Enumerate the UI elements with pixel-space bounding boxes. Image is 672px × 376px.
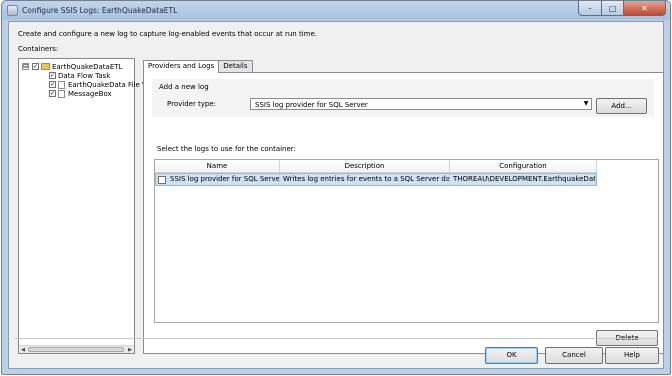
column-header-description[interactable]: Description (280, 160, 450, 173)
add-button[interactable]: Add... (596, 98, 647, 114)
cell-configuration[interactable]: THOREAU\DEVELOPMENT.EarthquakeData 1 (450, 174, 596, 185)
app-icon (7, 5, 18, 16)
window-title: Configure SSIS Logs: EarthQuakeDataETL (22, 6, 178, 15)
instruction-text: Create and configure a new log to captur… (18, 30, 318, 38)
ok-button[interactable]: OK (485, 347, 538, 364)
table-row[interactable]: SSIS log provider for SQL Server Writes … (155, 173, 597, 186)
select-logs-label: Select the logs to use for the container… (157, 145, 296, 153)
close-button[interactable]: ✕ (624, 1, 666, 16)
tree-item-label: MessageBox (68, 89, 112, 98)
tree-item-label: EarthQuakeData File W (68, 80, 149, 89)
tree-item-file-task[interactable]: ✓ EarthQuakeData File W (49, 80, 149, 89)
scroll-thumb[interactable] (28, 347, 124, 352)
column-header-configuration[interactable]: Configuration (450, 160, 597, 173)
chevron-down-icon[interactable]: ▼ (581, 99, 591, 109)
script-task-icon (58, 89, 65, 98)
tab-strip: Providers and Logs Details (143, 60, 253, 73)
title-bar[interactable]: Configure SSIS Logs: EarthQuakeDataETL –… (2, 1, 670, 21)
add-log-title: Add a new log (159, 83, 209, 91)
dialog-body: Create and configure a new log to captur… (8, 21, 664, 369)
provider-type-dropdown[interactable]: SSIS log provider for SQL Server ▼ (250, 98, 592, 110)
tab-details[interactable]: Details (218, 60, 253, 72)
scroll-right-icon[interactable]: ▶ (126, 346, 134, 354)
tree-item-messagebox[interactable]: ✓ MessageBox (49, 89, 112, 98)
help-button[interactable]: Help (605, 347, 659, 364)
cell-description: Writes log entries for events to a SQL S… (280, 174, 450, 185)
file-task-icon (58, 80, 65, 89)
providers-tab-panel: Add a new log Provider type: SSIS log pr… (143, 72, 664, 354)
column-header-name[interactable]: Name (155, 160, 280, 173)
tree-horizontal-scrollbar[interactable]: ◀ ▶ (19, 345, 134, 353)
tree-item-package[interactable]: ⊟ ✓ EarthQuakeDataETL (22, 62, 122, 71)
provider-type-value: SSIS log provider for SQL Server (255, 101, 368, 109)
tree-checkbox[interactable]: ✓ (32, 63, 39, 70)
maximize-button[interactable]: □ (602, 1, 624, 16)
grid-header: Name Description Configuration (155, 160, 597, 173)
cancel-button[interactable]: Cancel (545, 347, 603, 364)
log-enable-checkbox[interactable] (158, 176, 166, 184)
package-folder-icon (41, 63, 50, 70)
tree-checkbox[interactable]: ✓ (49, 72, 56, 79)
tree-item-label: EarthQuakeDataETL (52, 62, 123, 71)
tree-item-data-flow-task[interactable]: ✓ Data Flow Task (49, 71, 110, 80)
provider-type-label: Provider type: (167, 100, 217, 108)
tab-providers-and-logs[interactable]: Providers and Logs (143, 60, 220, 73)
dialog-window: Configure SSIS Logs: EarthQuakeDataETL –… (1, 0, 671, 375)
tree-checkbox[interactable]: ✓ (49, 90, 56, 97)
tree-checkbox[interactable]: ✓ (49, 81, 56, 88)
containers-label: Containers: (18, 45, 59, 53)
scroll-left-icon[interactable]: ◀ (19, 346, 27, 354)
collapse-icon[interactable]: ⊟ (22, 63, 29, 70)
caption-buttons: – □ ✕ (578, 1, 666, 16)
minimize-button[interactable]: – (578, 1, 602, 16)
logs-grid[interactable]: Name Description Configuration SSIS log … (154, 159, 659, 323)
containers-tree[interactable]: ⊟ ✓ EarthQuakeDataETL ✓ Data Flow Task ✓… (18, 58, 149, 354)
tree-item-label: Data Flow Task (58, 71, 111, 80)
cell-name: SSIS log provider for SQL Server (156, 174, 280, 185)
footer-divider (15, 338, 658, 339)
